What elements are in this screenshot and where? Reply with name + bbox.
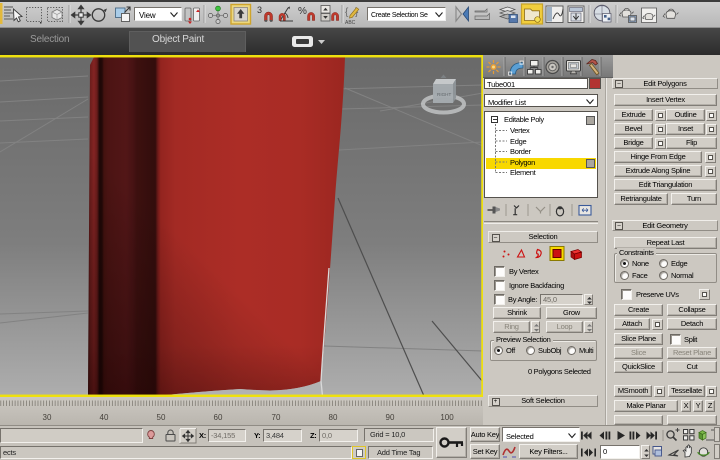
svg-text:{: { xyxy=(345,7,349,18)
svg-text:30: 30 xyxy=(43,413,52,422)
svg-text:50: 50 xyxy=(157,413,166,422)
svg-text:%: % xyxy=(298,6,307,17)
svg-text:3: 3 xyxy=(257,5,262,15)
svg-text:70: 70 xyxy=(272,413,281,422)
svg-text:ABC: ABC xyxy=(345,20,356,26)
svg-text:RIGHT: RIGHT xyxy=(437,92,451,97)
svg-text:80: 80 xyxy=(329,413,338,422)
svg-text:90: 90 xyxy=(386,413,395,422)
svg-text:40: 40 xyxy=(100,413,109,422)
svg-text:100: 100 xyxy=(440,413,454,422)
svg-text:60: 60 xyxy=(214,413,223,422)
